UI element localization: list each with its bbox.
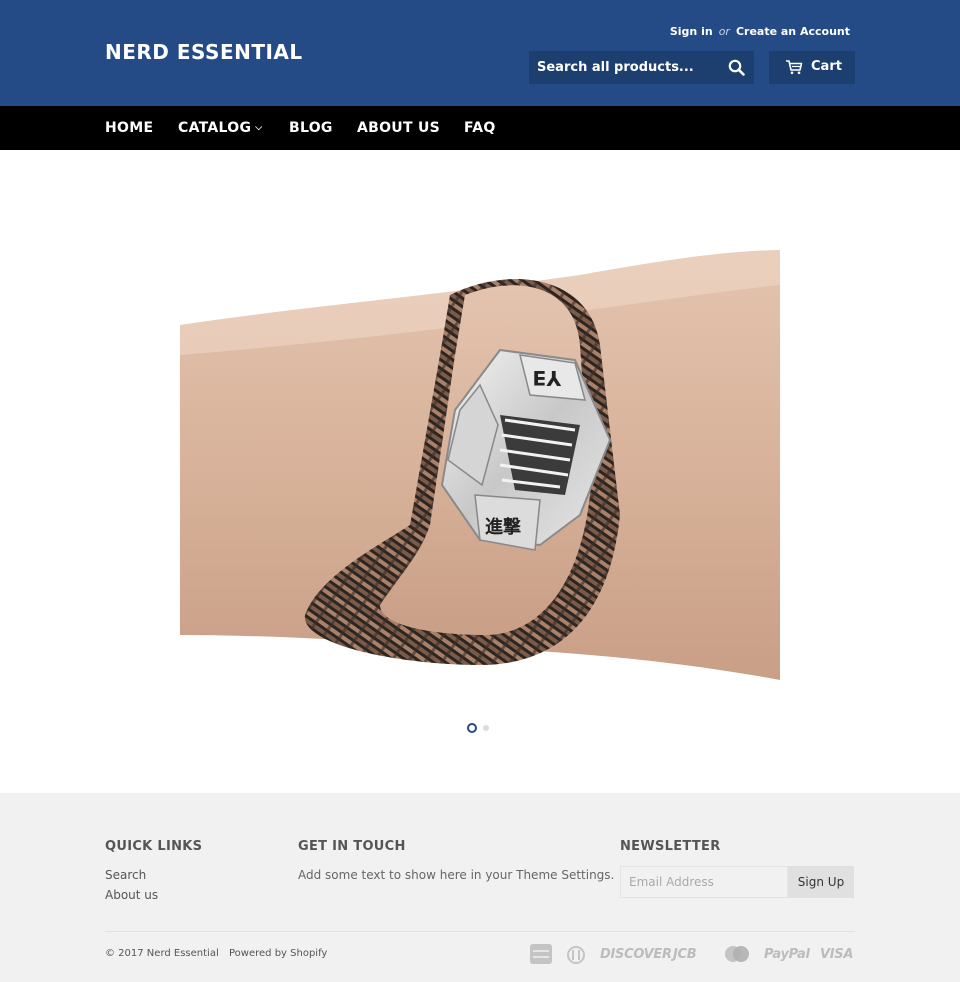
slideshow-image[interactable]: Y∃ 進撃 [180, 195, 780, 685]
master-icon [723, 944, 751, 968]
nav-item-faq[interactable]: FAQ [464, 120, 496, 136]
site-logo[interactable]: NERD ESSENTIAL [105, 40, 303, 64]
nav-item-about-us[interactable]: ABOUT US [357, 120, 440, 136]
cart-button[interactable]: Cart [769, 51, 855, 84]
site-header: NERD ESSENTIAL Sign in or Create an Accoun… [0, 0, 960, 106]
newsletter-email-input[interactable] [620, 866, 788, 898]
search-icon[interactable] [727, 58, 747, 78]
cart-label: Cart [811, 59, 842, 74]
footer-link-search[interactable]: Search [105, 868, 146, 882]
newsletter-signup-button[interactable]: Sign Up [788, 866, 854, 898]
paypal-icon: PayPal [764, 947, 810, 962]
slide-dot-2[interactable] [483, 725, 489, 731]
diners-club-icon [566, 946, 586, 968]
svg-text:進撃: 進撃 [485, 516, 521, 538]
newsletter-title: NEWSLETTER [620, 839, 721, 854]
jcb-icon: JCB [673, 947, 697, 962]
cart-icon [785, 59, 803, 79]
slideshow-pagination [467, 723, 497, 733]
get-in-touch-text: Add some text to show here in your Theme… [298, 868, 615, 882]
create-account-link[interactable]: Create an Account [736, 25, 850, 38]
svg-text:Y∃: Y∃ [533, 366, 562, 390]
quick-links-title: QUICK LINKS [105, 839, 203, 854]
account-links: Sign in or Create an Account [670, 25, 850, 38]
american-express-icon [530, 944, 552, 964]
chevron-down-icon: ⌵ [255, 123, 263, 133]
footer-link-about-us[interactable]: About us [105, 888, 158, 902]
discover-icon: DISCOVER [600, 947, 672, 962]
nav-item-blog[interactable]: BLOG [289, 120, 333, 136]
sign-in-link[interactable]: Sign in [670, 25, 713, 38]
nav-item-catalog[interactable]: CATALOG ⌵ [178, 120, 262, 136]
or-separator: or [718, 25, 730, 38]
get-in-touch-title: GET IN TOUCH [298, 839, 406, 854]
copyright-text: © 2017 Nerd Essential [105, 948, 219, 959]
nav-item-home[interactable]: HOME [105, 120, 153, 136]
footer-divider [105, 931, 855, 932]
visa-icon: VISA [820, 947, 854, 962]
search-input[interactable] [529, 51, 719, 84]
search-form [529, 51, 754, 84]
powered-by-link[interactable]: Powered by Shopify [229, 948, 327, 959]
site-footer: QUICK LINKS Search About us GET IN TOUCH… [0, 793, 960, 982]
nav-item-catalog-label: CATALOG [178, 120, 252, 136]
main-nav: HOME CATALOG ⌵ BLOG ABOUT US FAQ [0, 106, 960, 150]
slide-dot-1[interactable] [467, 723, 477, 733]
